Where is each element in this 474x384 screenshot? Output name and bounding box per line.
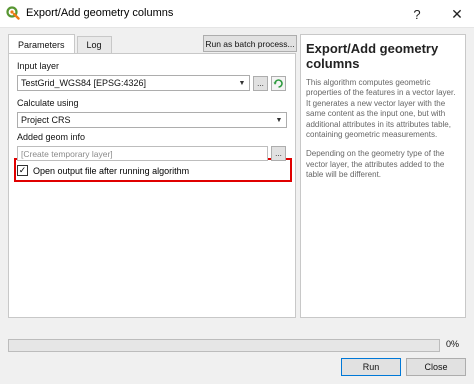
iterate-over-features-button[interactable] [271,76,286,91]
run-as-batch-button[interactable]: Run as batch process... [203,35,297,52]
tab-bar: Parameters Log [8,34,114,54]
help-panel: Export/Add geometry columns This algorit… [300,34,466,318]
calculate-using-value: Project CRS [21,115,71,125]
chevron-down-icon: ▼ [275,116,283,124]
calculate-using-combo[interactable]: Project CRS ▼ [17,112,287,128]
title-bar: Export/Add geometry columns ? ✕ [0,0,474,28]
output-browse-button[interactable]: ... [271,146,286,161]
parameters-panel: Parameters Log Run as batch process... I… [8,34,297,318]
input-layer-value: TestGrid_WGS84 [EPSG:4326] [21,78,147,88]
progress-percent: 0% [446,339,460,349]
input-layer-combo[interactable]: TestGrid_WGS84 [EPSG:4326] ▼ [17,75,250,91]
tab-log[interactable]: Log [76,36,112,53]
output-layer-field[interactable]: [Create temporary layer] [17,146,268,161]
chevron-down-icon: ▼ [238,79,246,87]
qgis-app-icon [6,6,20,20]
input-layer-label: Input layer [17,61,60,71]
output-layer-placeholder: [Create temporary layer] [21,148,113,159]
calculate-using-label: Calculate using [17,98,79,108]
open-output-row[interactable]: ✓ Open output file after running algorit… [17,165,189,176]
help-paragraph: Depending on the geometry type of the ve… [306,149,445,180]
window-title: Export/Add geometry columns [26,7,174,19]
open-output-checkbox[interactable]: ✓ [17,165,28,176]
window-close-button[interactable]: ✕ [440,0,474,28]
added-geom-info-label: Added geom info [17,132,86,142]
progress-bar [8,339,440,352]
tab-parameters[interactable]: Parameters [8,34,75,54]
iterate-icon [273,79,283,88]
close-button[interactable]: Close [406,358,466,376]
help-paragraph: This algorithm computes geometric proper… [306,78,456,140]
open-output-label: Open output file after running algorithm [33,165,190,176]
parameters-tab-content: Input layer TestGrid_WGS84 [EPSG:4326] ▼… [8,53,296,318]
input-layer-browse-button[interactable]: ... [253,76,268,91]
help-question-button[interactable]: ? [400,0,434,28]
help-title: Export/Add geometry columns [306,41,439,71]
run-button[interactable]: Run [341,358,401,376]
